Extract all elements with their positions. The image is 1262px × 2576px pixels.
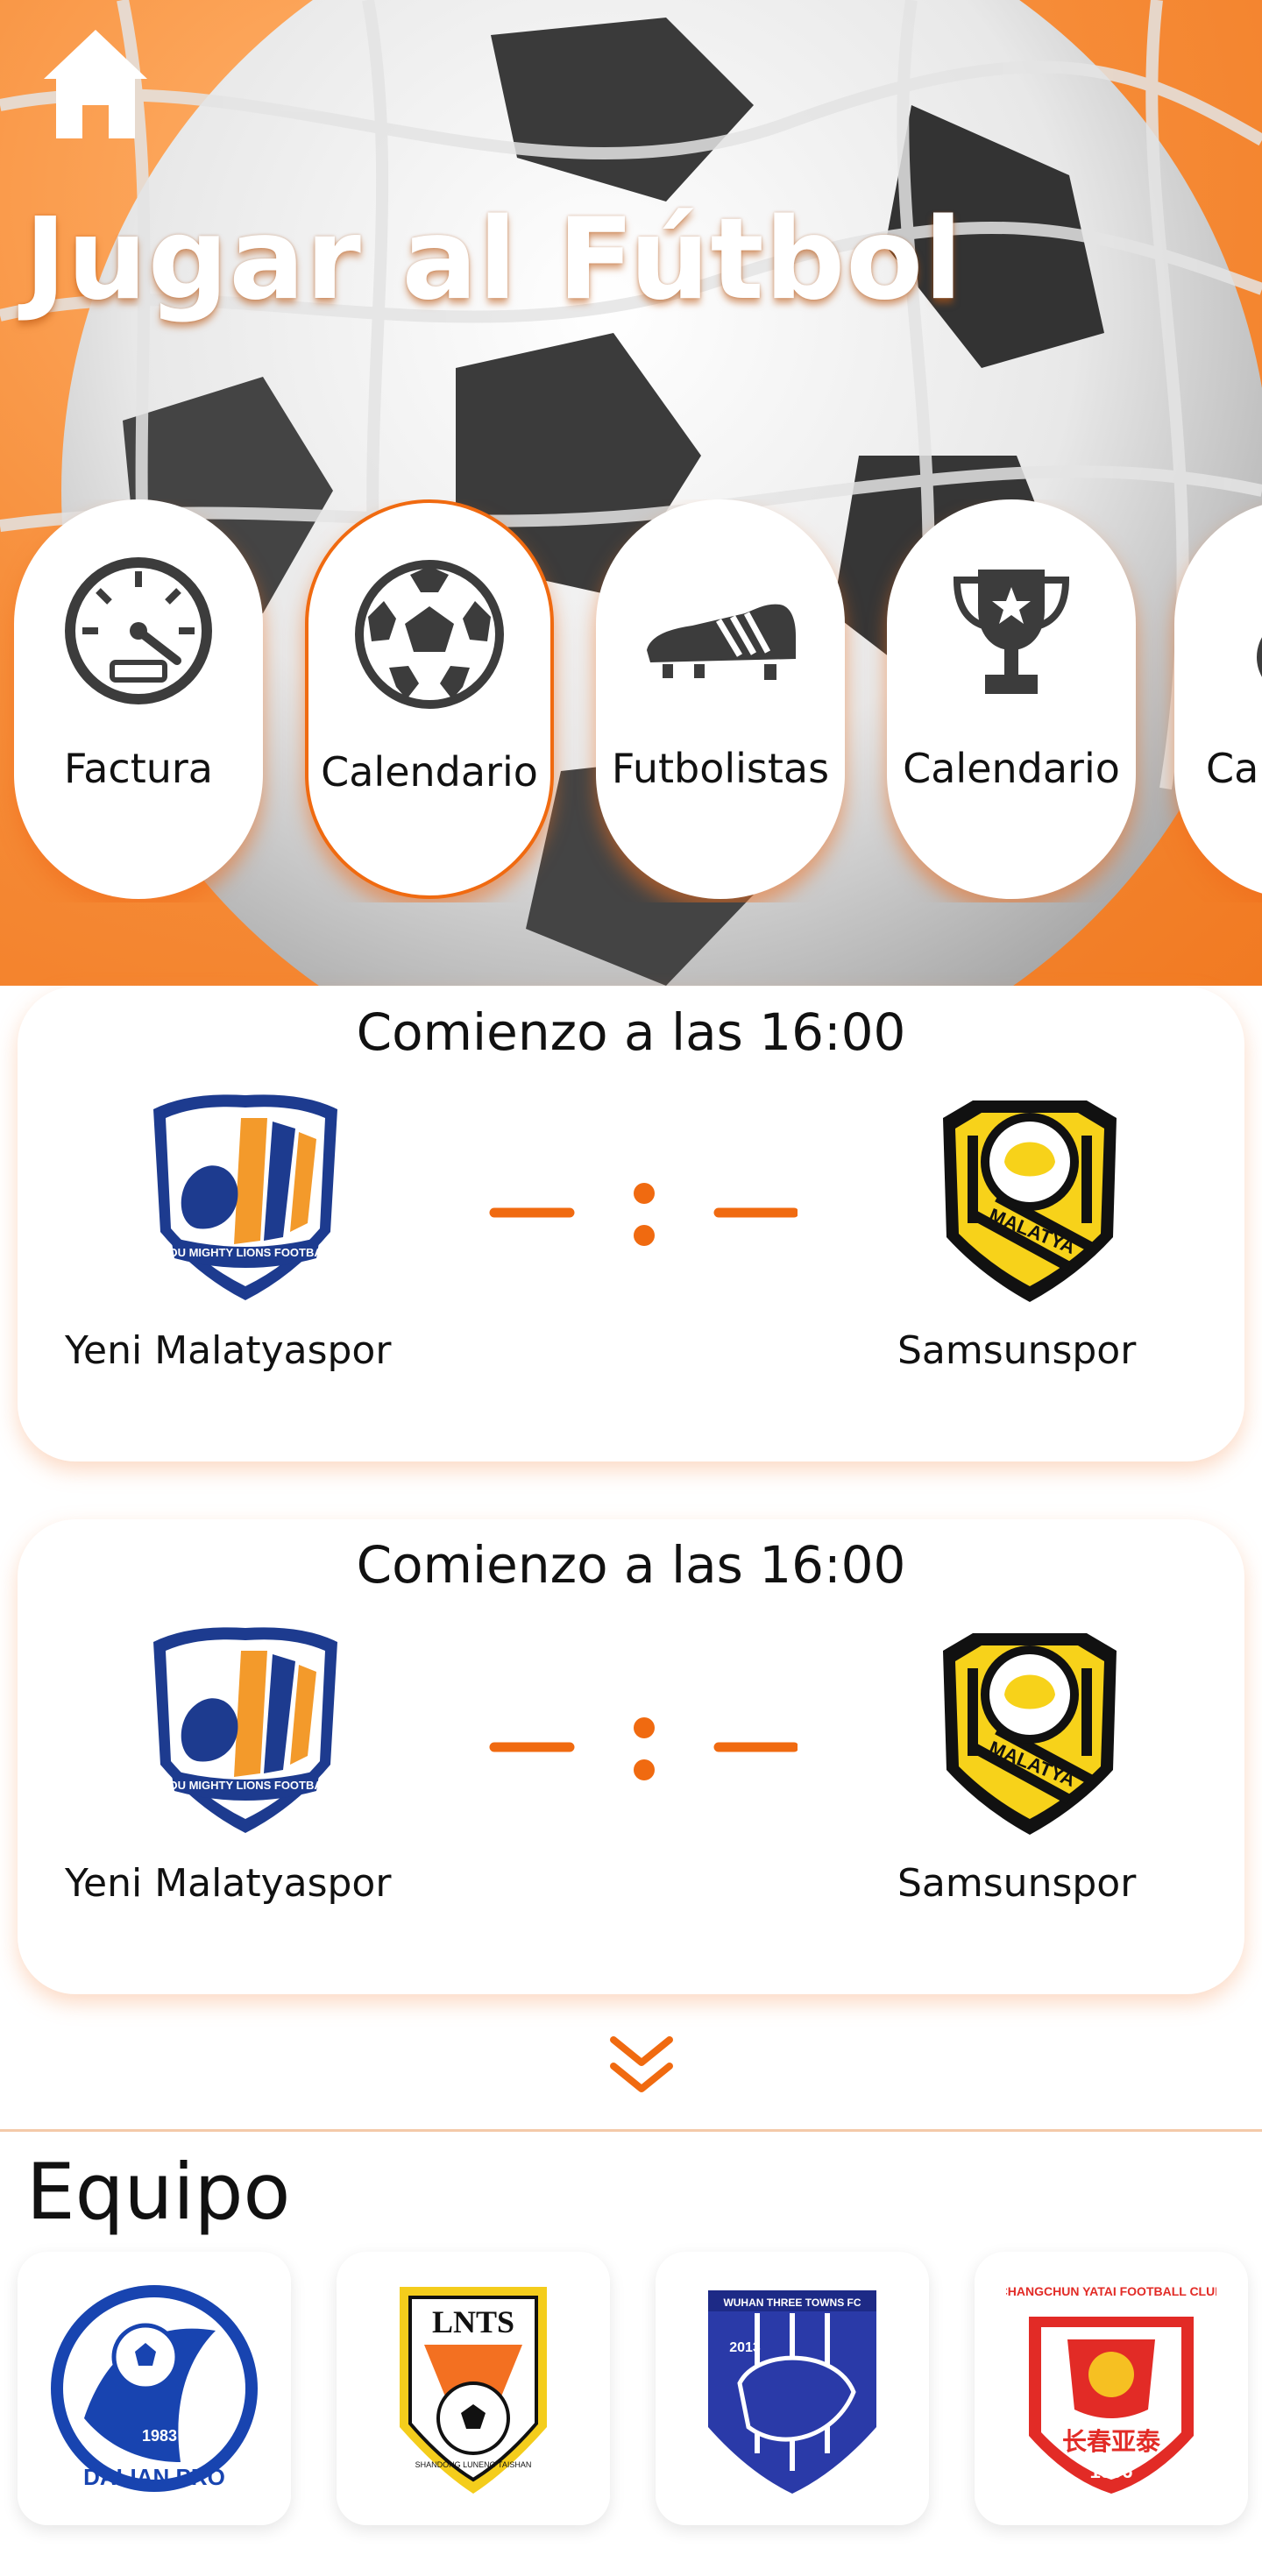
svg-text:CHANGCHUN YATAI FOOTBALL CLUB: CHANGCHUN YATAI FOOTBALL CLUB xyxy=(1006,2284,1216,2298)
section-title-equipo: Equipo xyxy=(26,2147,291,2237)
away-team-name: Samsunspor xyxy=(897,1861,1137,1906)
medal-icon xyxy=(1257,637,1262,677)
home-team-name: Yeni Malatyaspor xyxy=(65,1861,392,1906)
home-icon[interactable] xyxy=(40,26,151,142)
cangzhou-mighty-lions-crest: CANGZHOU MIGHTY LIONS FOOTBALL CLUB xyxy=(136,1094,355,1300)
speedometer-icon xyxy=(65,557,212,704)
team-card-wuhan-three-towns[interactable]: WUHAN THREE TOWNS FC 2013 xyxy=(656,2252,929,2525)
svg-text:2013: 2013 xyxy=(729,2340,761,2355)
match-start-time: Comienzo a las 16:00 xyxy=(356,1535,906,1595)
category-carousel[interactable]: Factura Calendario Futbolistas Calendari… xyxy=(0,499,1262,902)
category-label: Calendario xyxy=(903,745,1120,792)
malatya-crest: MALATYA xyxy=(943,1100,1117,1302)
match-start-time: Comienzo a las 16:00 xyxy=(356,1002,906,1062)
category-card-partial[interactable]: Ca xyxy=(1174,499,1262,899)
svg-text:1996: 1996 xyxy=(1090,2460,1133,2482)
category-card-calendario-2[interactable]: Calendario xyxy=(887,499,1136,899)
score-placeholder xyxy=(489,1717,798,1780)
match-card[interactable]: Comienzo a las 16:00 CANGZHOU MIGHTY LIO… xyxy=(18,1519,1244,1994)
category-card-futbolistas[interactable]: Futbolistas xyxy=(596,499,845,899)
category-label: Factura xyxy=(63,745,213,792)
double-chevron-down-icon[interactable] xyxy=(605,2031,678,2101)
category-label: Calendario xyxy=(321,748,538,796)
team-card-changchun-yatai[interactable]: CHANGCHUN YATAI FOOTBALL CLUB 长春亚泰 1996 xyxy=(975,2252,1248,2525)
football-boot-icon xyxy=(647,604,796,680)
svg-text:CANGZHOU MIGHTY LIONS FOOTBALL: CANGZHOU MIGHTY LIONS FOOTBALL CLUB xyxy=(136,1779,355,1792)
match-card[interactable]: Comienzo a las 16:00 CANGZHOU MIGHTY LIO… xyxy=(18,987,1244,1461)
malatya-crest: MALATYA xyxy=(943,1633,1117,1835)
category-card-calendario[interactable]: Calendario xyxy=(305,499,554,899)
page-title: Jugar al Fútbol xyxy=(25,195,964,325)
away-team-name: Samsunspor xyxy=(897,1328,1137,1373)
svg-text:长春亚泰: 长春亚泰 xyxy=(1062,2427,1161,2456)
cangzhou-mighty-lions-crest: CANGZHOU MIGHTY LIONS FOOTBALL CLUB xyxy=(136,1627,355,1833)
shandong-luneng-crest: LNTS SHANDONG LUNENG TAISHAN xyxy=(400,2287,547,2494)
svg-text:CANGZHOU MIGHTY LIONS FOOTBALL: CANGZHOU MIGHTY LIONS FOOTBALL CLUB xyxy=(136,1246,355,1259)
svg-text:SHANDONG LUNENG TAISHAN: SHANDONG LUNENG TAISHAN xyxy=(415,2460,532,2469)
svg-text:WUHAN THREE TOWNS FC: WUHAN THREE TOWNS FC xyxy=(723,2296,861,2309)
category-label: Futbolistas xyxy=(611,745,830,792)
svg-text:1983: 1983 xyxy=(142,2427,177,2445)
wuhan-three-towns-crest: WUHAN THREE TOWNS FC 2013 xyxy=(708,2290,876,2494)
home-team-name: Yeni Malatyaspor xyxy=(65,1328,392,1373)
team-card-shandong-luneng[interactable]: LNTS SHANDONG LUNENG TAISHAN xyxy=(337,2252,610,2525)
category-card-factura[interactable]: Factura xyxy=(14,499,263,899)
section-divider xyxy=(0,2129,1262,2132)
category-label: Ca xyxy=(1206,745,1259,792)
score-placeholder xyxy=(489,1183,798,1246)
trophy-icon xyxy=(953,570,1070,694)
svg-text:DALIAN PRO: DALIAN PRO xyxy=(83,2464,225,2490)
changchun-yatai-crest: CHANGCHUN YATAI FOOTBALL CLUB 长春亚泰 1996 xyxy=(1006,2284,1216,2494)
team-card-dalian-pro[interactable]: 1983 DALIAN PRO xyxy=(18,2252,291,2525)
dalian-pro-crest: 1983 DALIAN PRO xyxy=(51,2285,258,2492)
soccer-ball-icon xyxy=(355,560,504,709)
svg-text:LNTS: LNTS xyxy=(432,2304,514,2339)
